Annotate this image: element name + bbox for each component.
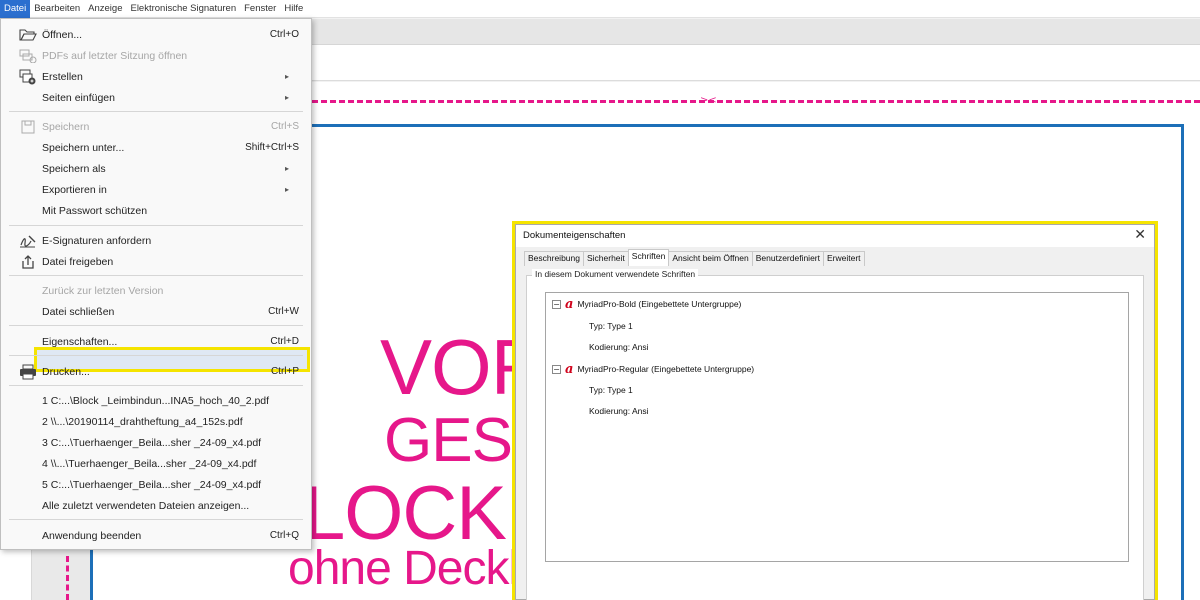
menu-item-share-file[interactable]: Datei freigeben [1, 251, 311, 272]
toolbar [310, 45, 1200, 81]
tab-beschreibung[interactable]: Beschreibung [524, 251, 584, 266]
dialog-title-bar: Dokumenteigenschaften ✕ [516, 225, 1154, 247]
font-icon: a [565, 296, 574, 312]
menu-hilfe[interactable]: Hilfe [280, 0, 307, 18]
document-text-line-4: ohne Deckl [288, 542, 519, 595]
font-name: MyriadPro-Regular (Eingebettete Untergru… [577, 364, 755, 374]
menu-item-show-all-recent[interactable]: Alle zuletzt verwendeten Dateien anzeige… [1, 495, 311, 516]
font-encoding: Kodierung: Ansi [589, 342, 649, 352]
menu-separator [9, 385, 303, 386]
bleed-frame-right [1181, 124, 1184, 600]
menu-item-save[interactable]: Speichern Ctrl+S [1, 116, 311, 137]
menu-fenster[interactable]: Fenster [240, 0, 280, 18]
recent-pdfs-icon [19, 48, 37, 64]
fonts-group-label: In diesem Dokument verwendete Schriften [532, 269, 699, 279]
submenu-arrow-icon: ▸ [284, 185, 289, 194]
menu-elektronische-signaturen[interactable]: Elektronische Signaturen [126, 0, 240, 18]
fonts-tree[interactable]: − a MyriadPro-Bold (Eingebettete Untergr… [545, 292, 1129, 562]
file-menu: Öffnen... Ctrl+O PDFs auf letzter Sitzun… [0, 18, 312, 550]
scissors-icon: >< [700, 95, 717, 106]
dialog-title: Dokumenteigenschaften [523, 230, 626, 241]
menu-item-exit[interactable]: Anwendung beenden Ctrl+Q [1, 525, 311, 546]
menu-item-save-as-format[interactable]: Speichern als ▸ [1, 158, 311, 179]
menu-item-insert-pages[interactable]: Seiten einfügen ▸ [1, 87, 311, 108]
submenu-arrow-icon: ▸ [284, 72, 289, 81]
bleed-frame-left [90, 549, 93, 600]
menu-item-request-esignatures[interactable]: E-Signaturen anfordern [1, 230, 311, 251]
recent-file-2[interactable]: 2 \\...\20190114_drahtheftung_a4_152s.pd… [1, 411, 311, 432]
menu-item-export[interactable]: Exportieren in ▸ [1, 179, 311, 200]
menu-item-open[interactable]: Öffnen... Ctrl+O [1, 24, 311, 45]
printer-icon [19, 364, 37, 380]
menu-datei[interactable]: Datei [0, 0, 31, 18]
recent-file-5[interactable]: 5 C:...\Tuerhaenger_Beila...sher _24-09_… [1, 474, 311, 495]
font-tree-item[interactable]: − a MyriadPro-Regular (Eingebettete Unte… [552, 361, 754, 377]
tab-schriften[interactable]: Schriften [627, 249, 670, 266]
menu-item-password-protect[interactable]: Mit Passwort schützen [1, 200, 311, 221]
menu-item-create[interactable]: Erstellen ▸ [1, 66, 311, 87]
font-type: Typ: Type 1 [589, 385, 633, 395]
save-icon [19, 119, 37, 135]
document-properties-dialog: Dokumenteigenschaften ✕ Beschreibung Sic… [515, 224, 1155, 600]
tab-ansicht-beim-oeffnen[interactable]: Ansicht beim Öffnen [668, 251, 753, 266]
menu-separator [9, 275, 303, 276]
font-type: Typ: Type 1 [589, 321, 633, 331]
menu-separator [9, 325, 303, 326]
menu-item-properties[interactable]: Eigenschaften... Ctrl+D [1, 331, 311, 352]
menu-item-close-file[interactable]: Datei schließen Ctrl+W [1, 301, 311, 322]
tab-bar [310, 19, 1200, 45]
submenu-arrow-icon: ▸ [284, 93, 289, 102]
tab-erweitert[interactable]: Erweitert [823, 251, 865, 266]
share-icon [19, 254, 37, 270]
menu-separator [9, 355, 303, 356]
recent-file-1[interactable]: 1 C:...\Block _Leimbindun...INA5_hoch_40… [1, 390, 311, 411]
left-side-panel [0, 549, 32, 600]
menu-item-save-as[interactable]: Speichern unter... Shift+Ctrl+S [1, 137, 311, 158]
bleed-frame-top [310, 124, 1184, 127]
recent-file-3[interactable]: 3 C:...\Tuerhaenger_Beila...sher _24-09_… [1, 432, 311, 453]
menu-anzeige[interactable]: Anzeige [84, 0, 126, 18]
create-icon [19, 69, 37, 85]
dialog-tabs: Beschreibung Sicherheit Schriften Ansich… [524, 249, 865, 267]
font-name: MyriadPro-Bold (Eingebettete Untergruppe… [577, 299, 742, 309]
submenu-arrow-icon: ▸ [284, 164, 289, 173]
collapse-icon[interactable]: − [552, 364, 561, 374]
menu-separator [9, 111, 303, 112]
cut-line [312, 100, 1200, 103]
menu-bearbeiten[interactable]: Bearbeiten [30, 0, 84, 18]
font-encoding: Kodierung: Ansi [589, 406, 649, 416]
close-icon[interactable]: ✕ [1134, 227, 1146, 243]
font-icon: a [565, 361, 574, 377]
menu-item-revert[interactable]: Zurück zur letzten Version [1, 280, 311, 301]
menu-separator [9, 519, 303, 520]
collapse-icon[interactable]: − [552, 299, 561, 309]
menu-bar: Datei Bearbeiten Anzeige Elektronische S… [0, 0, 1200, 18]
folder-open-icon [19, 27, 37, 43]
signature-icon [19, 233, 37, 249]
cut-line-vertical [66, 556, 69, 600]
menu-separator [9, 225, 303, 226]
menu-item-print[interactable]: Drucken... Ctrl+P [1, 361, 311, 382]
font-tree-item[interactable]: − a MyriadPro-Bold (Eingebettete Untergr… [552, 296, 741, 312]
tab-benutzerdefiniert[interactable]: Benutzerdefiniert [751, 251, 824, 266]
tab-sicherheit[interactable]: Sicherheit [582, 251, 629, 266]
recent-file-4[interactable]: 4 \\...\Tuerhaenger_Beila...sher _24-09_… [1, 453, 311, 474]
menu-item-recent-session[interactable]: PDFs auf letzter Sitzung öffnen [1, 45, 311, 66]
